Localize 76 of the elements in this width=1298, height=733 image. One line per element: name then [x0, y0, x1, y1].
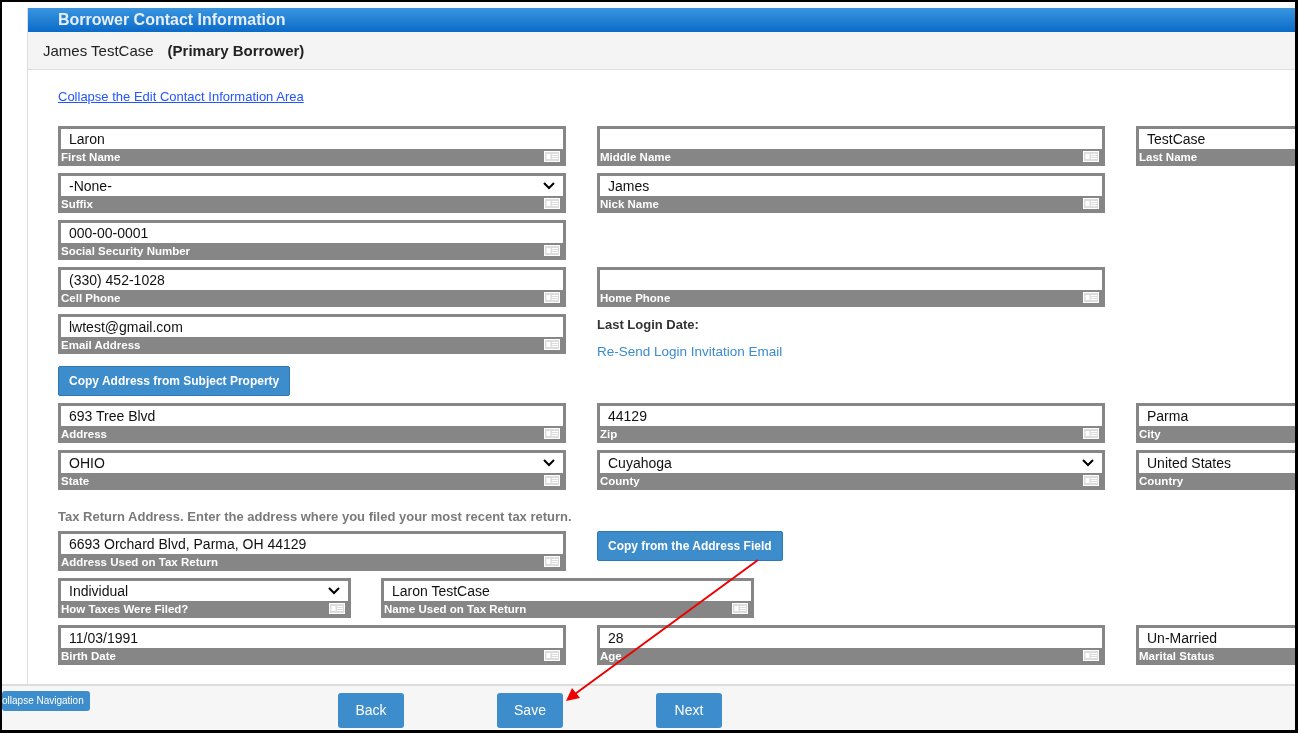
input-field[interactable]: James: [600, 176, 1102, 196]
input-field[interactable]: Un-Married: [1139, 628, 1295, 648]
card-icon: [544, 198, 560, 209]
field-label: Country: [1139, 474, 1184, 487]
field-label: Middle Name: [600, 150, 671, 163]
resend-invitation-link[interactable]: Re-Send Login Invitation Email: [597, 344, 1105, 359]
footer-button[interactable]: Next: [656, 692, 722, 728]
field-label: Address Used on Tax Return: [61, 555, 218, 568]
chevron-down-icon: [543, 182, 555, 190]
field-label: Cell Phone: [61, 291, 121, 304]
card-icon: [1083, 292, 1099, 303]
select-field[interactable]: Individual: [61, 581, 348, 601]
input-field[interactable]: TestCase: [1139, 129, 1295, 149]
field-label: Name Used on Tax Return: [384, 602, 527, 615]
input-field[interactable]: 000-00-0001: [61, 223, 563, 243]
chevron-down-icon: [1082, 459, 1094, 467]
card-icon: [544, 245, 560, 256]
collapse-navigation-button[interactable]: ollapse Navigation: [2, 691, 90, 711]
header-title: Borrower Contact Information: [58, 11, 286, 28]
field-label: Age: [600, 649, 622, 662]
collapse-link[interactable]: Collapse the Edit Contact Information Area: [58, 89, 304, 104]
field-label: Home Phone: [600, 291, 671, 304]
card-icon: [732, 603, 748, 614]
field-label: Address: [61, 427, 108, 440]
input-field[interactable]: 693 Tree Blvd: [61, 406, 563, 426]
field-label: First Name: [61, 150, 121, 163]
field-label: State: [61, 474, 90, 487]
card-icon: [544, 151, 560, 162]
field-label: Last Name: [1139, 150, 1198, 163]
chevron-down-icon: [328, 587, 340, 595]
card-icon: [544, 292, 560, 303]
footer-button[interactable]: Back: [338, 692, 404, 728]
input-field[interactable]: 44129: [600, 406, 1102, 426]
select-field[interactable]: Cuyahoga: [600, 453, 1102, 473]
footer-button[interactable]: Save: [497, 692, 563, 728]
last-login-label: Last Login Date:: [597, 317, 700, 332]
input-field[interactable]: Laron: [61, 129, 563, 149]
borrower-name: James TestCase: [43, 42, 154, 59]
card-icon: [544, 650, 560, 661]
field-label: City: [1139, 427, 1161, 440]
card-icon: [544, 428, 560, 439]
field-label: Suffix: [61, 197, 93, 210]
input-field[interactable]: 6693 Orchard Blvd, Parma, OH 44129: [61, 534, 563, 554]
input-field[interactable]: Parma: [1139, 406, 1295, 426]
input-field[interactable]: Laron TestCase: [384, 581, 751, 601]
field-label: How Taxes Were Filed?: [61, 602, 189, 615]
input-field[interactable]: [600, 129, 1102, 149]
card-icon: [1083, 428, 1099, 439]
input-field[interactable]: 28: [600, 628, 1102, 648]
input-field[interactable]: (330) 452-1028: [61, 270, 563, 290]
field-label: Zip: [600, 427, 618, 440]
card-icon: [544, 339, 560, 350]
field-label: Marital Status: [1139, 649, 1215, 662]
field-label: Social Security Number: [61, 244, 191, 257]
field-label: Birth Date: [61, 649, 116, 662]
tax-note: Tax Return Address. Enter the address where you filed your most recent tax return.: [58, 508, 573, 524]
card-icon: [1083, 475, 1099, 486]
select-field[interactable]: -None-: [61, 176, 563, 196]
input-field[interactable]: [600, 270, 1102, 290]
copy-button[interactable]: Copy from the Address Field: [597, 531, 783, 561]
input-field[interactable]: lwtest@gmail.com: [61, 317, 563, 337]
field-label: County: [600, 474, 640, 487]
copy-button[interactable]: Copy Address from Subject Property: [58, 366, 291, 396]
input-field[interactable]: United States: [1139, 453, 1295, 473]
field-label: Email Address: [61, 338, 141, 351]
card-icon: [544, 556, 560, 567]
input-field[interactable]: 11/03/1991: [61, 628, 563, 648]
card-icon: [544, 475, 560, 486]
select-field[interactable]: OHIO: [61, 453, 563, 473]
chevron-down-icon: [543, 459, 555, 467]
card-icon: [1083, 650, 1099, 661]
card-icon: [329, 603, 345, 614]
card-icon: [1083, 198, 1099, 209]
card-icon: [1083, 151, 1099, 162]
field-label: Nick Name: [600, 197, 659, 210]
borrower-role: (Primary Borrower): [167, 42, 305, 59]
